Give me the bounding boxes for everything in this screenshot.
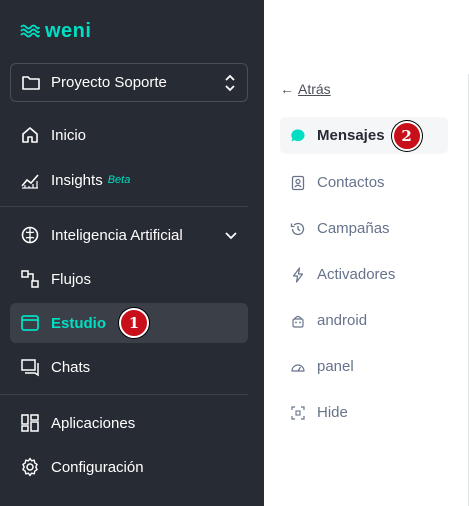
divider — [0, 206, 248, 207]
submenu-item-campanas[interactable]: Campañas — [280, 210, 448, 247]
nav-label-inicio: Inicio — [51, 126, 87, 144]
nav-item-inteligencia-artificial[interactable]: Inteligencia Artificial — [10, 215, 248, 255]
robot-icon — [292, 315, 304, 328]
submenu-item-contactos[interactable]: Contactos — [280, 164, 448, 201]
step-badge-2: 2 — [391, 120, 422, 151]
beta-badge: Beta — [107, 174, 131, 186]
chevron-down-icon — [225, 232, 237, 240]
submenu-label-contactos: Contactos — [317, 174, 385, 191]
nav-item-aplicaciones[interactable]: Aplicaciones — [10, 403, 248, 443]
chart-icon — [21, 174, 39, 189]
back-arrow-icon: ← — [280, 81, 294, 97]
nav-item-inicio[interactable]: Inicio — [10, 115, 248, 155]
back-label: Atrás — [298, 81, 331, 97]
submenu-item-activadores[interactable]: Activadores — [280, 256, 448, 293]
nav-label-insights: Insights — [51, 171, 103, 189]
nav-item-insights[interactable]: Insights Beta — [10, 160, 248, 200]
lightning-icon — [292, 266, 304, 283]
back-link[interactable]: ← Atrás — [280, 81, 331, 97]
project-name: Proyecto Soporte — [51, 74, 167, 91]
submenu-label-panel: panel — [317, 358, 354, 375]
gear-icon — [22, 457, 38, 477]
project-selector[interactable]: Proyecto Soporte — [10, 63, 248, 102]
nav-label-configuracion: Configuración — [51, 458, 144, 476]
divider — [0, 394, 248, 395]
submenu-item-mensajes[interactable]: Mensajes 2 — [280, 117, 448, 154]
submenu-item-android[interactable]: android — [280, 302, 448, 339]
nav-item-estudio[interactable]: Estudio 1 — [10, 303, 248, 343]
nav-item-configuracion[interactable]: Configuración — [10, 447, 248, 487]
brand-logo[interactable]: weni — [20, 20, 91, 42]
nav-label-ia: Inteligencia Artificial — [51, 226, 183, 244]
submenu-label-hide: Hide — [317, 404, 348, 421]
gauge-icon — [291, 363, 305, 372]
submenu-label-android: android — [317, 312, 368, 329]
brand-name: weni — [45, 20, 92, 42]
brain-icon — [21, 226, 39, 244]
submenu-label-mensajes: Mensajes — [317, 127, 385, 144]
studio-window-icon — [21, 315, 39, 331]
submenu-label-campanas: Campañas — [317, 220, 390, 237]
nav-label-estudio: Estudio — [51, 314, 106, 332]
submenu-item-hide[interactable]: Hide — [280, 394, 448, 431]
folder-icon — [22, 75, 40, 90]
nav-item-chats[interactable]: Chats — [10, 347, 248, 387]
collapse-frame-icon — [291, 405, 305, 420]
message-bubble-icon — [291, 128, 305, 141]
step-badge-1: 1 — [119, 308, 149, 338]
history-icon — [290, 222, 305, 235]
home-icon — [22, 127, 38, 143]
nav-item-flujos[interactable]: Flujos — [10, 259, 248, 299]
nav-label-chats: Chats — [51, 358, 91, 376]
submenu-item-panel[interactable]: panel — [280, 348, 448, 385]
apps-icon — [21, 414, 39, 432]
sidebar: weni Proyecto Soporte Inicio Insights Be… — [0, 0, 264, 506]
submenu-label-activadores: Activadores — [317, 266, 396, 283]
nav-label-flujos: Flujos — [51, 270, 92, 288]
flow-icon — [21, 270, 39, 288]
nav-label-aplicaciones: Aplicaciones — [51, 414, 136, 432]
contact-card-icon — [291, 175, 305, 190]
chat-icon — [21, 359, 39, 377]
chevron-up-down-icon — [225, 74, 235, 91]
weni-logo-icon — [20, 24, 40, 38]
